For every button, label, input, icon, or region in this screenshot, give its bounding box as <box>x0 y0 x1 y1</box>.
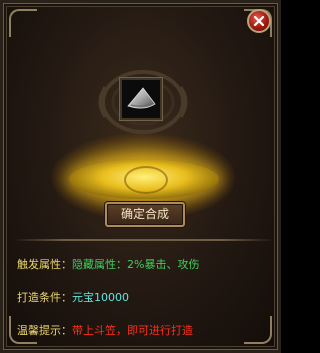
item-slot[interactable] <box>120 78 162 120</box>
craft-value: 元宝10000 <box>72 291 129 304</box>
trigger-label: 触发属性： <box>17 258 72 271</box>
craft-label: 打造条件： <box>17 291 72 304</box>
taiji-symbol <box>124 166 168 194</box>
bamboo-hat-icon <box>127 87 156 109</box>
craft-condition-row: 打造条件：元宝10000 <box>17 289 129 305</box>
altar-base <box>69 159 219 199</box>
close-icon <box>253 15 265 27</box>
tip-row: 温馨提示：带上斗笠，即可进行打造 <box>17 322 193 338</box>
corner-ornament <box>244 316 272 344</box>
craft-dialog: 确定合成 触发属性：隐藏属性：2%暴击、攻伤 打造条件：元宝10000 温馨提示… <box>0 0 281 353</box>
corner-ornament <box>9 9 37 37</box>
confirm-craft-button[interactable]: 确定合成 <box>105 202 185 227</box>
close-button[interactable] <box>247 9 271 33</box>
tip-value: 带上斗笠，即可进行打造 <box>72 324 193 337</box>
tip-label: 温馨提示： <box>17 324 72 337</box>
trigger-value: 隐藏属性：2%暴击、攻伤 <box>72 258 200 271</box>
trigger-attribute-row: 触发属性：隐藏属性：2%暴击、攻伤 <box>17 256 199 272</box>
divider <box>13 239 274 241</box>
